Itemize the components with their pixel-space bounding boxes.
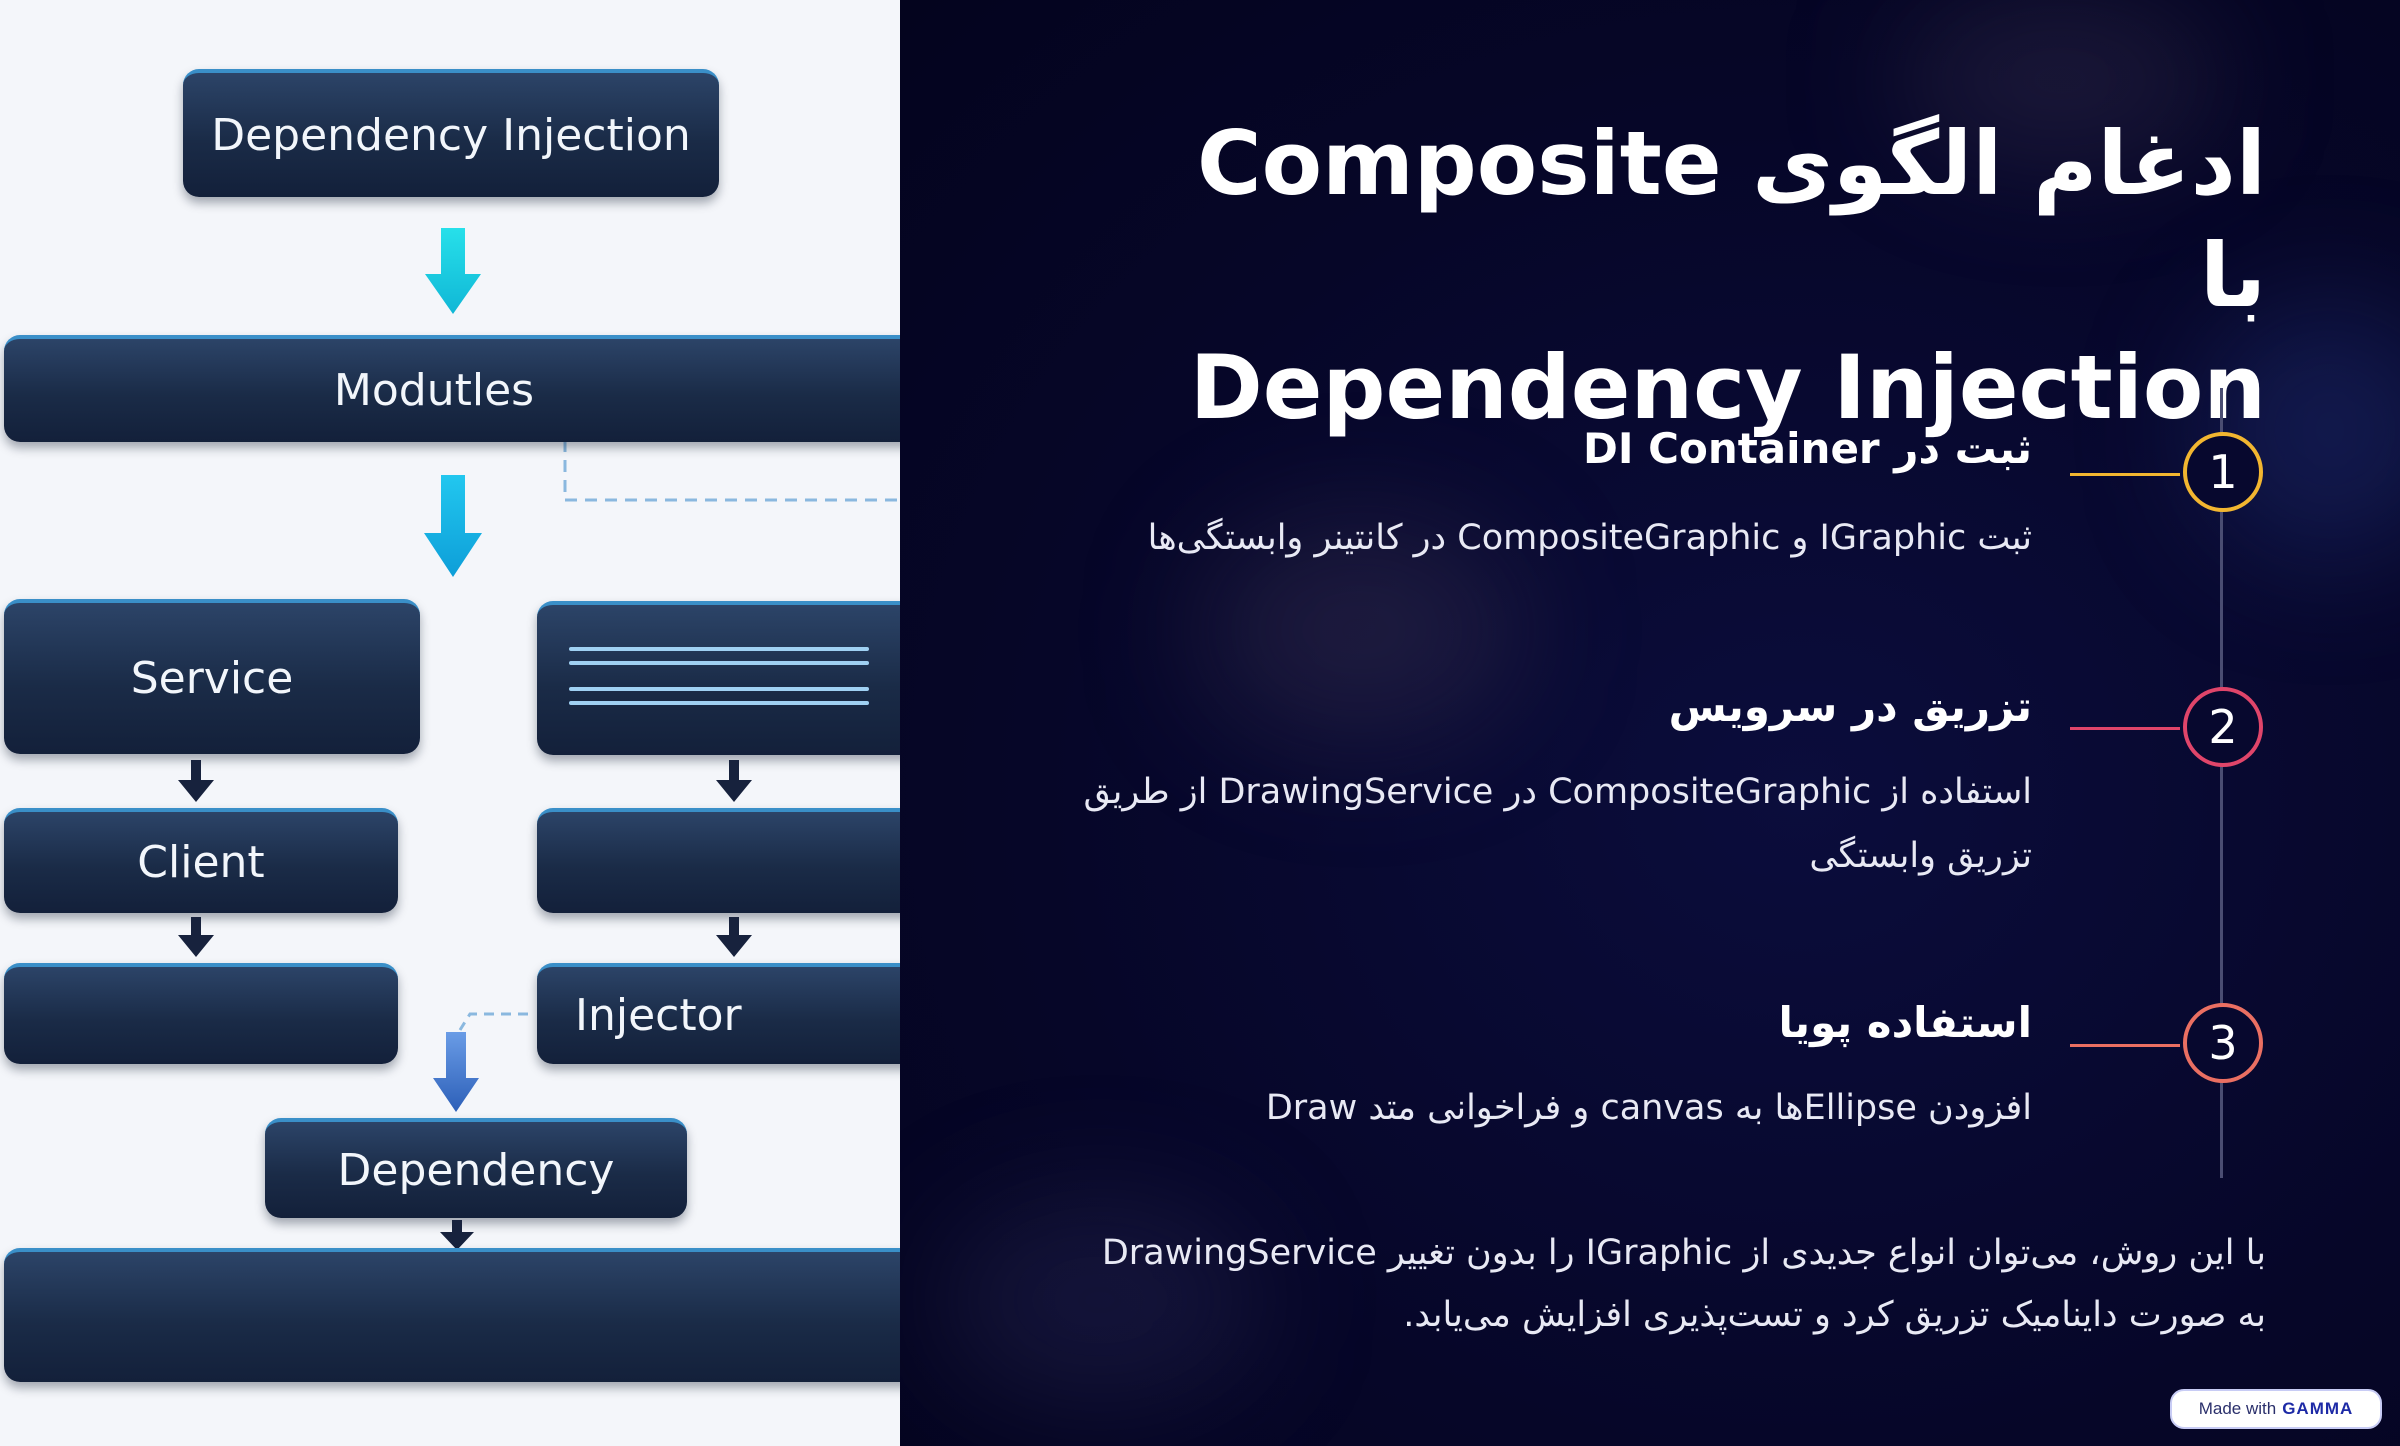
summary-text: با این روش، می‌توان انواع جدیدی از IGrap… [1101,1233,2266,1335]
slide-title: ادغام الگوی Composite با Dependency Inje… [1166,108,2266,444]
step-3-number-circle: 3 [2183,1003,2263,1083]
dependency-label: Dependency [337,1144,615,1196]
service-box: Service [4,599,420,754]
bottom-box [4,1248,900,1382]
step-1-description: ثبت IGraphic و CompositeGraphic در کانتی… [1147,518,2032,558]
empty-box-left [4,963,398,1064]
arrow-down-icon [178,917,214,957]
step-2-number: 2 [2208,700,2238,754]
client-label: Client [137,837,265,888]
diagram-image: Dependency Injection Modutles Service Cl… [0,0,900,1446]
step-2-title: تزریق در سرویس [1668,682,2032,731]
injector-label: Injector [575,990,742,1041]
arrow-down-icon [178,760,214,802]
client-box: Client [4,808,398,913]
arrow-down-icon [716,917,752,957]
step-2-connector [2070,727,2180,730]
document-box [537,601,900,755]
dependency-injection-box: Dependency Injection [183,69,719,197]
step-2-description: استفاده از CompositeGraphic در DrawingSe… [1083,772,2032,876]
gamma-logo: GAMMA [2282,1399,2354,1418]
empty-box-right [537,808,900,913]
injector-box: Injector [537,963,900,1064]
arrow-down-icon [425,228,481,314]
step-2-number-circle: 2 [2183,687,2263,767]
service-label: Service [130,653,294,704]
slide-title-line1: ادغام الگوی Composite با [1197,112,2266,327]
step-3-number: 3 [2208,1016,2238,1070]
step-3-connector [2070,1044,2180,1047]
document-lines-icon [569,647,869,715]
step-1-number: 1 [2208,445,2238,499]
arrow-down-icon [716,760,752,802]
modules-box: Modutles [4,335,900,442]
badge-prefix: Made with [2198,1399,2277,1418]
step-1-title: ثبت در DI Container [1583,424,2032,473]
step-1-number-circle: 1 [2183,432,2263,512]
dependency-box: Dependency [265,1118,687,1218]
arrow-down-icon [433,1032,479,1112]
step-1-connector [2070,473,2180,476]
modules-label: Modutles [333,365,535,416]
step-3-title: استفاده پویا [1778,998,2032,1047]
made-with-gamma-badge[interactable]: Made with GAMMA [2170,1389,2382,1429]
arrow-down-icon [440,1220,474,1250]
dependency-injection-label: Dependency Injection [211,109,691,161]
content-panel: ادغام الگوی Composite با Dependency Inje… [900,0,2400,1446]
step-3-description: افزودن Ellipseها به canvas و فراخوانی مت… [1265,1088,2032,1128]
arrow-down-icon [424,475,482,577]
